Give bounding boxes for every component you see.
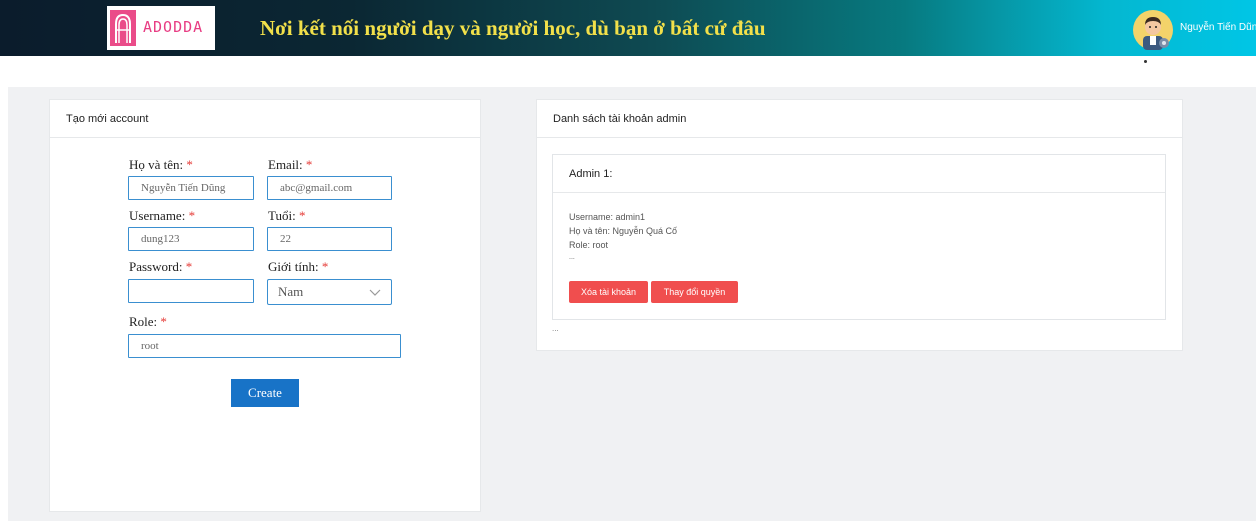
- admin-fullname-line: Họ và tên: Nguyễn Quá Cố: [569, 226, 678, 236]
- create-account-card: Tạo mới account: [49, 99, 481, 512]
- admin-more: ...: [569, 254, 575, 261]
- admin-list-more: ...: [552, 324, 559, 333]
- role-input[interactable]: root: [128, 334, 401, 358]
- required-mark: *: [186, 157, 193, 172]
- delete-account-button[interactable]: Xóa tài khoản: [569, 281, 648, 303]
- password-label-text: Password:: [129, 259, 183, 274]
- user-name[interactable]: Nguyễn Tiến Dũng: [1180, 22, 1256, 33]
- role-label-text: Role:: [129, 314, 158, 329]
- role-label: Role: *: [129, 314, 167, 330]
- email-label-text: Email:: [268, 157, 303, 172]
- site-tagline: Nơi kết nối người dạy và người học, dù b…: [260, 16, 766, 40]
- user-avatar[interactable]: [1133, 10, 1173, 50]
- gender-label: Giới tính: *: [268, 259, 328, 275]
- required-mark: *: [185, 259, 193, 274]
- admin-username-line: Username: admin1: [569, 212, 646, 222]
- email-label: Email: *: [268, 157, 312, 173]
- required-mark: *: [305, 157, 313, 172]
- fullname-label-text: Họ và tên:: [129, 157, 184, 172]
- password-input[interactable]: [128, 279, 254, 303]
- age-input[interactable]: 22: [267, 227, 392, 251]
- create-button[interactable]: Create: [231, 379, 299, 407]
- password-label: Password: *: [129, 259, 192, 275]
- username-label: Username: *: [129, 208, 195, 224]
- username-label-text: Username:: [129, 208, 186, 223]
- age-label: Tuổi: *: [268, 208, 305, 224]
- gender-select[interactable]: Nam: [267, 279, 392, 305]
- admin-item-heading: Admin 1:: [553, 155, 1165, 193]
- email-input[interactable]: abc@gmail.com: [267, 176, 392, 200]
- gender-select-value: Nam: [278, 284, 304, 299]
- fullname-input[interactable]: Nguyễn Tiến Dũng: [128, 176, 254, 200]
- age-label-text: Tuổi:: [268, 208, 296, 223]
- create-account-title: Tạo mới account: [50, 100, 480, 138]
- chevron-down-icon: [369, 289, 381, 296]
- admin-role-line: Role: root: [569, 240, 609, 250]
- header-dot: [1144, 60, 1147, 63]
- logo-mark-icon: [110, 10, 136, 46]
- top-header: ADODDA Nơi kết nối người dạy và người họ…: [0, 0, 1256, 56]
- required-mark: *: [298, 208, 306, 223]
- username-input[interactable]: dung123: [128, 227, 254, 251]
- fullname-label: Họ và tên: *: [129, 157, 193, 173]
- required-mark: *: [160, 314, 167, 329]
- change-role-button[interactable]: Thay đổi quyền: [651, 281, 738, 303]
- admin-list-title: Danh sách tài khoản admin: [537, 100, 1182, 138]
- gender-label-text: Giới tính:: [268, 259, 319, 274]
- logo-text: ADODDA: [143, 18, 204, 36]
- required-mark: *: [188, 208, 196, 223]
- required-mark: *: [321, 259, 329, 274]
- site-logo[interactable]: ADODDA: [107, 6, 215, 50]
